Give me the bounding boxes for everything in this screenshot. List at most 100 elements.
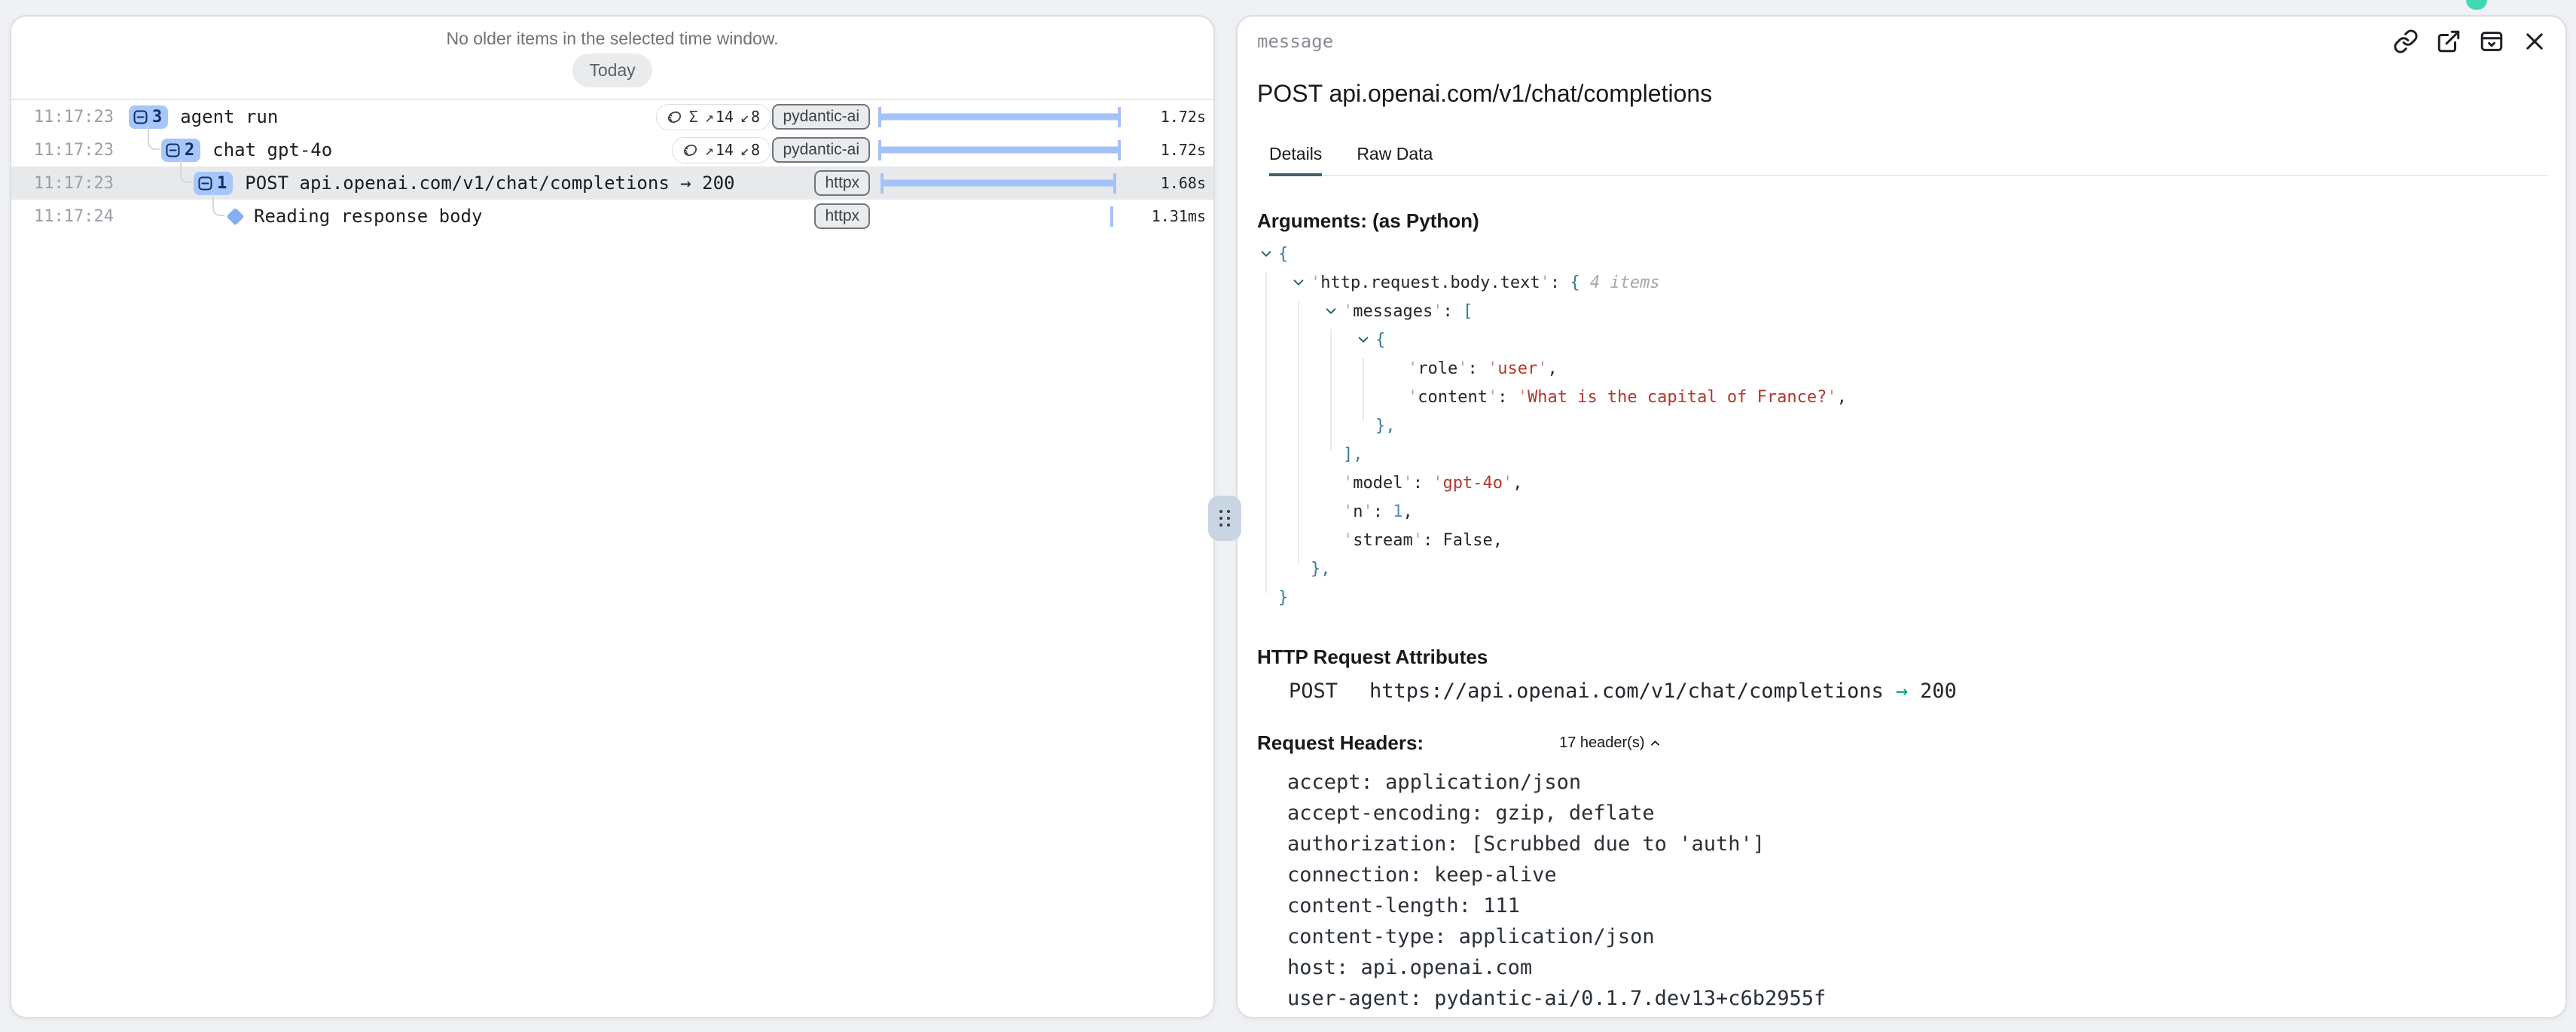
code-token: 4 items <box>1580 273 1660 292</box>
span-diamond-icon <box>226 207 244 225</box>
tree-node: 3 <box>129 105 168 129</box>
input-tokens: ↗14 <box>705 141 734 159</box>
duration-bar <box>881 180 1115 187</box>
detail-panel-card: message POST api.openai.com/v1/chat/comp… <box>1236 15 2567 1018</box>
code-token: } <box>1278 588 1288 607</box>
duration-text: 1.72s <box>1131 108 1206 126</box>
code-line: model: gpt-4o, <box>1259 469 2547 498</box>
span-label: POST api.openai.com/v1/chat/completions … <box>245 173 734 194</box>
instrumentation-badge: httpx <box>814 170 870 196</box>
timestamp: 11:17:23 <box>11 141 129 160</box>
dock-panel-icon[interactable] <box>2479 29 2504 54</box>
output-tokens: ↙8 <box>740 108 760 126</box>
indent-guide <box>1363 358 1364 421</box>
panel-resize-handle[interactable] <box>1208 496 1241 541</box>
collapse-chevron-icon[interactable] <box>1357 328 1370 356</box>
minus-square-icon <box>165 142 181 158</box>
header-line: x-stainless-arch: arm64 <box>1287 1014 2547 1018</box>
request-url: https://api.openai.com/v1/chat/completio… <box>1369 679 1884 703</box>
duration-bar <box>1112 213 1113 220</box>
code-token: : <box>1442 302 1463 321</box>
timestamp: 11:17:24 <box>11 207 129 226</box>
indent-guide <box>1298 301 1299 564</box>
open-in-new-icon[interactable] <box>2436 29 2462 54</box>
trace-row[interactable]: 11:17:24 Reading response body httpx 1.3… <box>11 200 1213 233</box>
trace-row[interactable]: 11:17:23 1 POST api.openai.com/v1/chat/c… <box>11 166 1213 200</box>
instrumentation-badge: pydantic-ai <box>772 137 870 163</box>
code-line: http.request.body.text: { 4 items <box>1259 269 2547 298</box>
arrow-down-left-icon: ↙ <box>740 108 749 126</box>
collapse-node-badge[interactable]: 2 <box>161 139 200 162</box>
tree-connector-line <box>212 193 224 216</box>
http-attributes-heading: HTTP Request Attributes <box>1257 646 2547 669</box>
header-value: api.openai.com <box>1361 956 1533 979</box>
collapse-chevron-icon[interactable] <box>1324 299 1338 328</box>
code-token: gpt-4o <box>1433 474 1512 493</box>
collapse-chevron-icon[interactable] <box>1259 242 1273 270</box>
span-label: agent run <box>180 106 278 127</box>
detail-tabs: Details Raw Data <box>1269 144 2547 176</box>
tab-raw-data[interactable]: Raw Data <box>1357 144 1433 176</box>
code-token: content <box>1408 388 1497 407</box>
header-line: host: api.openai.com <box>1287 952 2547 983</box>
code-line: content: What is the capital of France?, <box>1259 383 2547 412</box>
code-token: , <box>1512 474 1522 493</box>
trace-panel-card: No older items in the selected time wind… <box>10 15 1215 1018</box>
header-line: accept-encoding: gzip, deflate <box>1287 798 2547 829</box>
detail-header-row: message <box>1257 29 2547 54</box>
collapse-node-badge[interactable]: 1 <box>194 172 233 195</box>
timestamp: 11:17:23 <box>11 174 129 193</box>
code-token: : <box>1423 531 1443 550</box>
code-token: , <box>1547 359 1557 378</box>
tree-connector-line <box>148 127 160 150</box>
code-line: }, <box>1259 412 2547 441</box>
headers-count-toggle[interactable]: 17 header(s) <box>1559 734 1661 752</box>
copy-link-icon[interactable] <box>2393 29 2419 54</box>
code-line: { <box>1259 240 2547 269</box>
arrow-up-right-icon: ↗ <box>705 108 714 126</box>
duration-bar <box>879 147 1120 154</box>
header-value: 111 <box>1483 894 1520 918</box>
collapse-node-badge[interactable]: 3 <box>129 105 168 129</box>
code-token: : <box>1413 474 1433 493</box>
row-right-group: httpx 1.31ms <box>780 200 1213 233</box>
code-token: model <box>1343 474 1413 493</box>
header-value: [Scrubbed due to 'auth'] <box>1471 832 1765 856</box>
header-line: authorization: [Scrubbed due to 'auth'] <box>1287 829 2547 859</box>
trace-row[interactable]: 11:17:23 3 agent run <box>11 100 1213 133</box>
today-button[interactable]: Today <box>572 53 652 87</box>
row-right-group: Σ ↗14 ↙8 pydantic-ai 1.72s <box>656 100 1213 133</box>
collapse-chevron-icon[interactable] <box>1292 270 1305 299</box>
header-value: application/json <box>1385 771 1581 794</box>
trace-list: 11:17:23 3 agent run <box>11 99 1213 233</box>
token-usage-chip[interactable]: Σ ↗14 ↙8 <box>656 104 771 130</box>
code-token: messages <box>1343 302 1442 321</box>
code-line: }, <box>1259 555 2547 584</box>
code-token: stream <box>1343 531 1423 550</box>
top-status-indicator <box>2466 0 2487 10</box>
arrow-right-icon: → <box>1896 679 1908 703</box>
response-status: 200 <box>1920 679 1957 703</box>
duration-text: 1.72s <box>1131 141 1206 159</box>
header-value: gzip, deflate <box>1495 801 1654 825</box>
empty-notice: No older items in the selected time wind… <box>11 29 1213 49</box>
tree-node: 1 <box>194 172 233 195</box>
token-usage-chip[interactable]: ↗14 ↙8 <box>672 137 771 163</box>
tab-details[interactable]: Details <box>1269 144 1322 176</box>
code-token: , <box>1493 531 1503 550</box>
header-name: connection <box>1287 863 1410 887</box>
header-separator: : <box>1446 832 1471 856</box>
drag-dots-icon <box>1219 510 1230 527</box>
header-separator: : <box>1410 863 1435 887</box>
code-token: ], <box>1343 445 1363 464</box>
instrumentation-badge-wrap: httpx <box>780 203 870 229</box>
code-token: : <box>1497 388 1518 407</box>
code-token: 1 <box>1393 502 1402 521</box>
close-icon[interactable] <box>2522 29 2547 54</box>
header-name: user-agent <box>1287 987 1410 1010</box>
request-method: POST <box>1289 679 1338 703</box>
header-value: pydantic-ai/0.1.7.dev13+c6b2955f <box>1434 987 1826 1010</box>
tokens-coin-icon <box>667 109 682 125</box>
detail-title: POST api.openai.com/v1/chat/completions <box>1257 80 2547 108</box>
tree-node <box>226 210 242 223</box>
